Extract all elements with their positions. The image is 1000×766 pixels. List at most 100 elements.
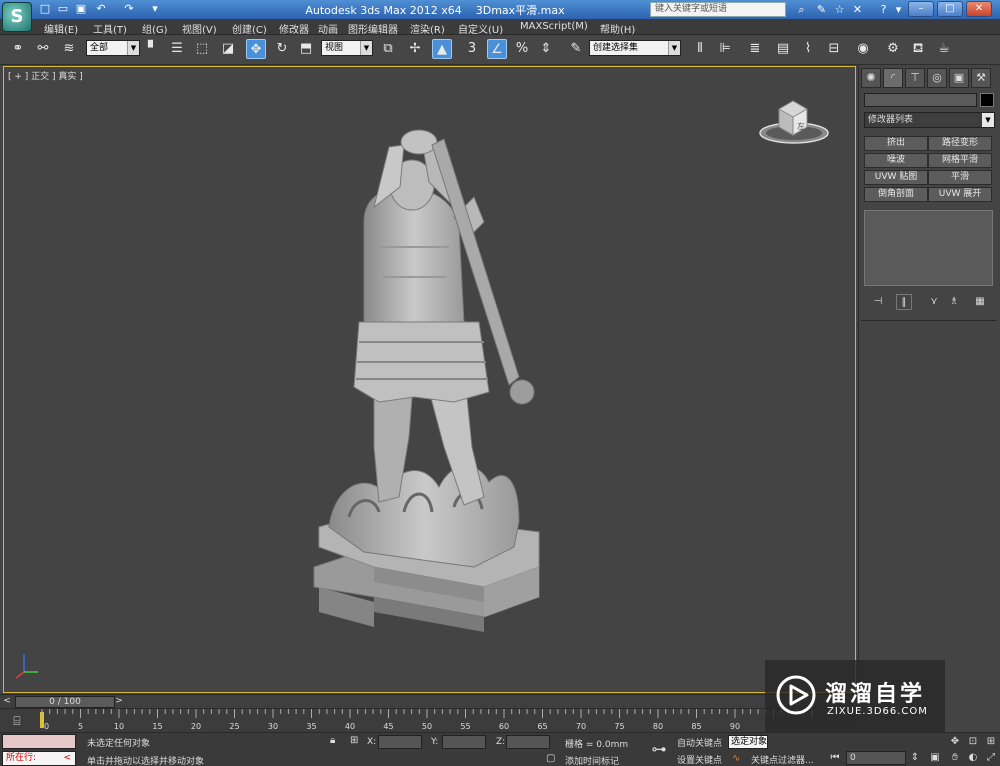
smooth-button[interactable]: 平滑 xyxy=(928,170,992,185)
time-config-icon[interactable]: ▣ xyxy=(928,751,942,765)
help-icon[interactable]: ? xyxy=(876,2,891,17)
object-name-field[interactable] xyxy=(864,93,977,107)
maximize-viewport-icon[interactable]: ⤢ xyxy=(984,751,998,765)
save-icon[interactable]: ▣ xyxy=(74,2,88,16)
modifier-list-dropdown[interactable]: 修改器列表 ▼ xyxy=(864,112,995,128)
percent-snap-icon[interactable]: % xyxy=(512,39,532,59)
motion-tab-icon[interactable]: ◎ xyxy=(927,68,947,88)
add-time-tag[interactable]: 添加时间标记 xyxy=(565,754,619,766)
zoom-all-icon[interactable]: ⊞ xyxy=(984,735,998,749)
uvw-map-button[interactable]: UVW 贴图 xyxy=(864,170,928,185)
mini-curve-editor-icon[interactable]: ⌸ xyxy=(8,713,26,729)
chevron-left-icon[interactable]: < xyxy=(2,696,12,707)
zoom-extents-icon[interactable]: ⊡ xyxy=(966,735,980,749)
show-end-result-icon[interactable]: ∥ xyxy=(896,294,912,310)
menu-animation[interactable]: 动画 xyxy=(318,21,338,36)
absolute-mode-icon[interactable]: ⊞ xyxy=(350,735,358,746)
perspective-viewport[interactable]: [ + ] 正交 ] 真实 ] 左 xyxy=(3,66,856,693)
undo-icon[interactable]: ↶ xyxy=(94,2,108,16)
menu-modifiers[interactable]: 修改器 xyxy=(279,21,309,36)
pin-stack-icon[interactable]: ⊣ xyxy=(870,294,886,310)
select-and-scale-icon[interactable]: ⬒ xyxy=(296,39,316,59)
display-tab-icon[interactable]: ▣ xyxy=(949,68,969,88)
go-to-start-icon[interactable]: ⏮ xyxy=(828,751,842,765)
menu-views[interactable]: 视图(V) xyxy=(182,21,217,36)
lock-icon[interactable]: 🔒︎ xyxy=(330,735,335,746)
extrude-button[interactable]: 挤出 xyxy=(864,136,928,151)
bevel-profile-button[interactable]: 倒角剖面 xyxy=(864,187,928,202)
viewport-label[interactable]: [ + ] 正交 ] 真实 ] xyxy=(8,69,83,82)
graphite-ribbon-icon[interactable]: ▤ xyxy=(773,39,793,59)
search-input[interactable]: 键入关键字或短语 xyxy=(650,2,786,17)
star-icon[interactable]: ☆ xyxy=(832,2,847,17)
select-and-move-icon[interactable]: ✥ xyxy=(246,39,266,59)
track-bar[interactable]: ⌸ 0 5 10 15 20 25 30 35 40 45 50 55 60 65 70 75 80 85 90 xyxy=(0,708,858,732)
menu-maxscript[interactable]: MAXScript(M) xyxy=(520,21,588,32)
pan-icon[interactable]: ✥ xyxy=(948,735,962,749)
menu-create[interactable]: 创建(C) xyxy=(232,21,267,36)
app-logo-icon[interactable]: S xyxy=(2,2,32,32)
viewcube-icon[interactable]: 左 xyxy=(759,95,829,145)
hand-pan-icon[interactable]: ✋︎ xyxy=(948,751,962,765)
selection-filter-dropdown[interactable]: 全部 ▼ xyxy=(86,40,140,56)
menu-help[interactable]: 帮助(H) xyxy=(600,21,635,36)
modify-tab-icon[interactable]: ◜ xyxy=(883,68,903,88)
render-setup-icon[interactable]: ⚙ xyxy=(883,39,903,59)
align-icon[interactable]: ⊫ xyxy=(715,39,735,59)
select-object-icon[interactable]: ▘ xyxy=(143,39,163,59)
y-coordinate-field[interactable] xyxy=(442,735,486,749)
menu-group[interactable]: 组(G) xyxy=(142,21,168,36)
auto-key-button[interactable]: 自动关键点 xyxy=(677,736,722,749)
reference-coordinate-dropdown[interactable]: 视图 ▼ xyxy=(321,40,373,56)
maxscript-listener-field[interactable] xyxy=(2,734,76,749)
x-coordinate-field[interactable] xyxy=(378,735,422,749)
maxscript-running-field[interactable]: 所在行: < xyxy=(2,751,76,766)
key-filters-button[interactable]: 关键点过滤器... xyxy=(751,753,814,766)
material-editor-icon[interactable]: ◉ xyxy=(853,39,873,59)
help-dropdown-icon[interactable]: ▾ xyxy=(891,2,906,17)
binoculars-icon[interactable]: ⌕ xyxy=(794,2,809,17)
link-icon[interactable]: ⚭ xyxy=(8,39,28,59)
warrior-statue-model[interactable] xyxy=(304,127,554,647)
edit-named-selection-icon[interactable]: ✎ xyxy=(566,39,586,59)
curve-editor-icon[interactable]: ⌇ xyxy=(798,39,818,59)
quick-access-dropdown-icon[interactable]: ▾ xyxy=(148,2,162,16)
frame-spinner-icon[interactable]: ⇕ xyxy=(908,751,922,765)
window-crossing-icon[interactable]: ◪ xyxy=(218,39,238,59)
snaps-toggle-icon[interactable]: 3 xyxy=(462,39,482,59)
configure-modifier-sets-icon[interactable]: ▦ xyxy=(972,294,988,310)
noise-button[interactable]: 噪波 xyxy=(864,153,928,168)
rectangular-selection-icon[interactable]: ⬚ xyxy=(192,39,212,59)
menu-rendering[interactable]: 渲染(R) xyxy=(410,21,445,36)
minimize-button[interactable]: – xyxy=(908,1,934,17)
remove-modifier-icon[interactable]: ♗ xyxy=(946,294,962,310)
menu-customize[interactable]: 自定义(U) xyxy=(458,21,503,36)
hierarchy-tab-icon[interactable]: ⊤ xyxy=(905,68,925,88)
close-button[interactable]: ✕ xyxy=(966,1,992,17)
set-key-icon[interactable]: ⊶ xyxy=(647,739,671,759)
select-and-manipulate-icon[interactable]: ✢ xyxy=(405,39,425,59)
redo-icon[interactable]: ↷ xyxy=(122,2,136,16)
set-key-button[interactable]: 设置关键点 xyxy=(677,753,722,766)
unwrap-uvw-button[interactable]: UVW 展开 xyxy=(928,187,992,202)
unlink-icon[interactable]: ⚯ xyxy=(33,39,53,59)
z-coordinate-field[interactable] xyxy=(506,735,550,749)
render-production-icon[interactable]: ☕ xyxy=(934,39,954,59)
schematic-view-icon[interactable]: ⊟ xyxy=(824,39,844,59)
keyboard-shortcut-override-icon[interactable]: ▲ xyxy=(432,39,452,59)
time-slider-thumb[interactable]: 0 / 100 xyxy=(15,696,115,708)
create-tab-icon[interactable]: ✺ xyxy=(861,68,881,88)
make-unique-icon[interactable]: ⋎ xyxy=(926,294,942,310)
tools-icon[interactable]: ✎ xyxy=(814,2,829,17)
angle-snap-icon[interactable]: ∠ xyxy=(487,39,507,59)
rendered-frame-window-icon[interactable]: ⛾ xyxy=(908,39,928,59)
named-selection-sets-dropdown[interactable]: 创建选择集 ▼ xyxy=(589,40,681,56)
maximize-button[interactable]: □ xyxy=(937,1,963,17)
orbit-icon[interactable]: ◐ xyxy=(966,751,980,765)
chevron-right-icon[interactable]: > xyxy=(114,696,124,707)
x-icon[interactable]: ✕ xyxy=(850,2,865,17)
menu-graph-editors[interactable]: 图形编辑器 xyxy=(348,21,398,36)
open-file-icon[interactable]: ▭ xyxy=(56,2,70,16)
select-and-rotate-icon[interactable]: ↻ xyxy=(272,39,292,59)
menu-edit[interactable]: 编辑(E) xyxy=(44,21,78,36)
